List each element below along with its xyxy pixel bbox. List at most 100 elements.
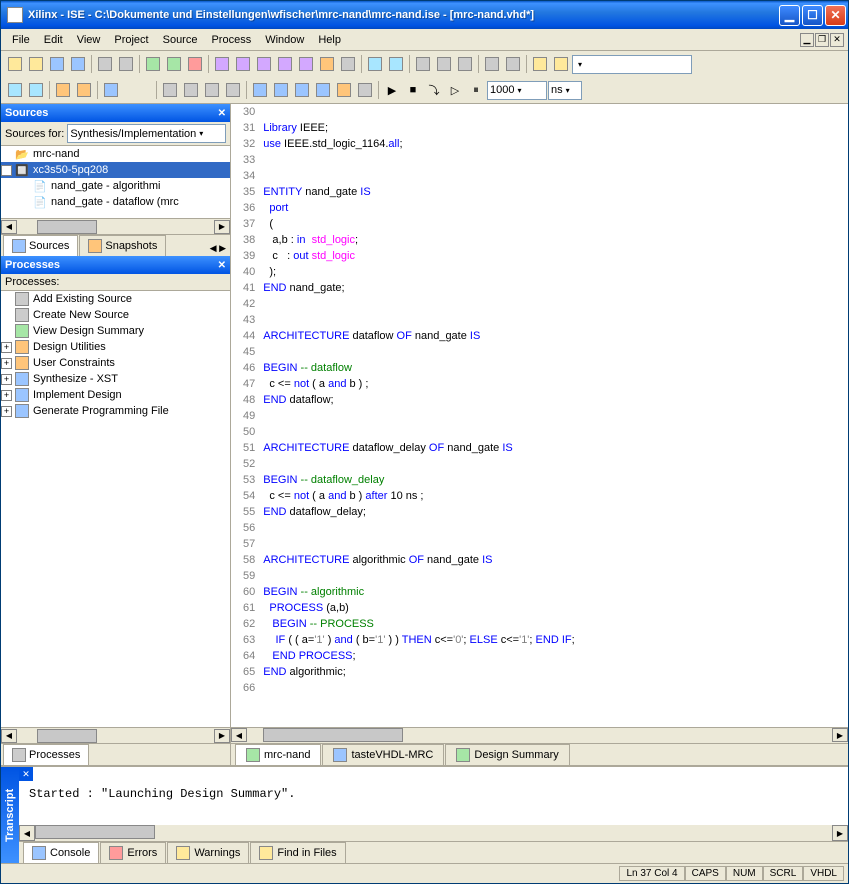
tree-item[interactable]: 📄nand_gate - dataflow (mrc (1, 194, 230, 210)
undo-button[interactable] (482, 54, 502, 74)
process-item[interactable]: Add Existing Source (1, 291, 230, 307)
print-button[interactable] (95, 54, 115, 74)
tab-findinfiles[interactable]: Find in Files (250, 842, 345, 863)
nav5-button[interactable] (334, 80, 354, 100)
nav3-button[interactable] (292, 80, 312, 100)
menu-window[interactable]: Window (258, 32, 311, 48)
proc4-button[interactable] (275, 54, 295, 74)
menu-help[interactable]: Help (311, 32, 348, 48)
time-value-combo[interactable]: 1000 (487, 81, 547, 100)
process-item[interactable]: +Implement Design (1, 387, 230, 403)
menu-source[interactable]: Source (156, 32, 205, 48)
stop-button[interactable]: ■ (403, 80, 423, 100)
expander-icon[interactable]: + (1, 358, 12, 369)
whatsthis-button[interactable] (386, 54, 406, 74)
find-combo[interactable] (572, 55, 692, 74)
options-button[interactable] (338, 54, 358, 74)
maximize-button[interactable]: ☐ (802, 5, 823, 26)
menu-project[interactable]: Project (107, 32, 155, 48)
editor-hscrollbar[interactable]: ◀▶ (231, 727, 848, 743)
process-item[interactable]: +User Constraints (1, 355, 230, 371)
sources-tab-nav[interactable]: ◀ ▶ (206, 241, 230, 256)
processes-tree[interactable]: Add Existing SourceCreate New SourceView… (1, 291, 230, 727)
close-button[interactable]: ✕ (825, 5, 846, 26)
mdi-restore-button[interactable]: ❐ (815, 33, 829, 47)
time-unit-combo[interactable]: ns (548, 81, 582, 100)
processes-close-icon[interactable]: ✕ (218, 260, 226, 271)
editor-tab[interactable]: tasteVHDL-MRC (322, 744, 444, 765)
proc1-button[interactable] (212, 54, 232, 74)
copy-button[interactable] (434, 54, 454, 74)
sim4-button[interactable] (74, 80, 94, 100)
tools-button[interactable] (317, 54, 337, 74)
pause-button[interactable]: ⏸ (466, 80, 486, 100)
code-content[interactable]: Library IEEE;use IEEE.std_logic_1164.all… (263, 104, 848, 727)
tab-errors[interactable]: Errors (100, 842, 166, 863)
tab-console[interactable]: Console (23, 842, 99, 863)
proc3-button[interactable] (254, 54, 274, 74)
outdent-button[interactable] (181, 80, 201, 100)
run-button[interactable]: ▶ (382, 80, 402, 100)
sources-tree[interactable]: 📂mrc-nand-🔲xc3s50-5pq208📄nand_gate - alg… (1, 146, 230, 218)
play-button[interactable]: ▷ (445, 80, 465, 100)
sim3-button[interactable] (53, 80, 73, 100)
nav4-button[interactable] (313, 80, 333, 100)
nav1-button[interactable] (250, 80, 270, 100)
find-button[interactable] (530, 54, 550, 74)
transcript-close-button[interactable]: ✕ (19, 767, 33, 781)
printpreview-button[interactable] (116, 54, 136, 74)
expander-icon[interactable]: + (1, 374, 12, 385)
nav2-button[interactable] (271, 80, 291, 100)
step-button[interactable]: ⤵ (424, 80, 444, 100)
mdi-minimize-button[interactable]: ▁ (800, 33, 814, 47)
sources-hscrollbar[interactable]: ◀▶ (1, 218, 230, 234)
process-item[interactable]: +Design Utilities (1, 339, 230, 355)
new-button[interactable] (5, 54, 25, 74)
paste-button[interactable] (455, 54, 475, 74)
menu-edit[interactable]: Edit (37, 32, 70, 48)
saveall-button[interactable] (68, 54, 88, 74)
tree-item[interactable]: -🔲xc3s50-5pq208 (1, 162, 230, 178)
sim2-button[interactable] (26, 80, 46, 100)
sources-close-icon[interactable]: ✕ (218, 108, 226, 119)
editor-tab[interactable]: mrc-nand (235, 744, 321, 765)
process-item[interactable]: +Synthesize - XST (1, 371, 230, 387)
uncomment-button[interactable] (223, 80, 243, 100)
process-item[interactable]: +Generate Programming File (1, 403, 230, 419)
minimize-button[interactable]: ▁ (779, 5, 800, 26)
tree-item[interactable]: 📂mrc-nand (1, 146, 230, 162)
menu-view[interactable]: View (70, 32, 108, 48)
proc5-button[interactable] (296, 54, 316, 74)
tree-item[interactable]: 📄nand_gate - algorithmi (1, 178, 230, 194)
expander-icon[interactable]: + (1, 390, 12, 401)
help-button[interactable] (365, 54, 385, 74)
nav6-button[interactable] (355, 80, 375, 100)
open-button[interactable] (26, 54, 46, 74)
menu-file[interactable]: File (5, 32, 37, 48)
tab-sources[interactable]: Sources (3, 235, 78, 256)
menu-process[interactable]: Process (204, 32, 258, 48)
redo-button[interactable] (503, 54, 523, 74)
process-item[interactable]: View Design Summary (1, 323, 230, 339)
newsource-button[interactable] (143, 54, 163, 74)
tab-warnings[interactable]: Warnings (167, 842, 249, 863)
comment-button[interactable] (202, 80, 222, 100)
indent-button[interactable] (160, 80, 180, 100)
mdi-close-button[interactable]: ✕ (830, 33, 844, 47)
expander-icon[interactable]: - (1, 165, 12, 176)
tab-snapshots[interactable]: Snapshots (79, 235, 166, 256)
sources-for-combo[interactable]: Synthesis/Implementation (67, 124, 226, 143)
transcript-hscrollbar[interactable]: ◀ ▶ (19, 825, 848, 841)
tab-processes[interactable]: Processes (3, 744, 89, 765)
save-button[interactable] (47, 54, 67, 74)
expander-icon[interactable]: + (1, 342, 12, 353)
code-editor[interactable]: 3031323334353637383940414243444546474849… (231, 104, 848, 727)
editor-tab[interactable]: Design Summary (445, 744, 569, 765)
processes-hscrollbar[interactable]: ◀▶ (1, 727, 230, 743)
proc2-button[interactable] (233, 54, 253, 74)
sim1-button[interactable] (5, 80, 25, 100)
cleanup-button[interactable] (185, 54, 205, 74)
sim5-button[interactable] (101, 80, 121, 100)
cut-button[interactable] (413, 54, 433, 74)
process-item[interactable]: Create New Source (1, 307, 230, 323)
